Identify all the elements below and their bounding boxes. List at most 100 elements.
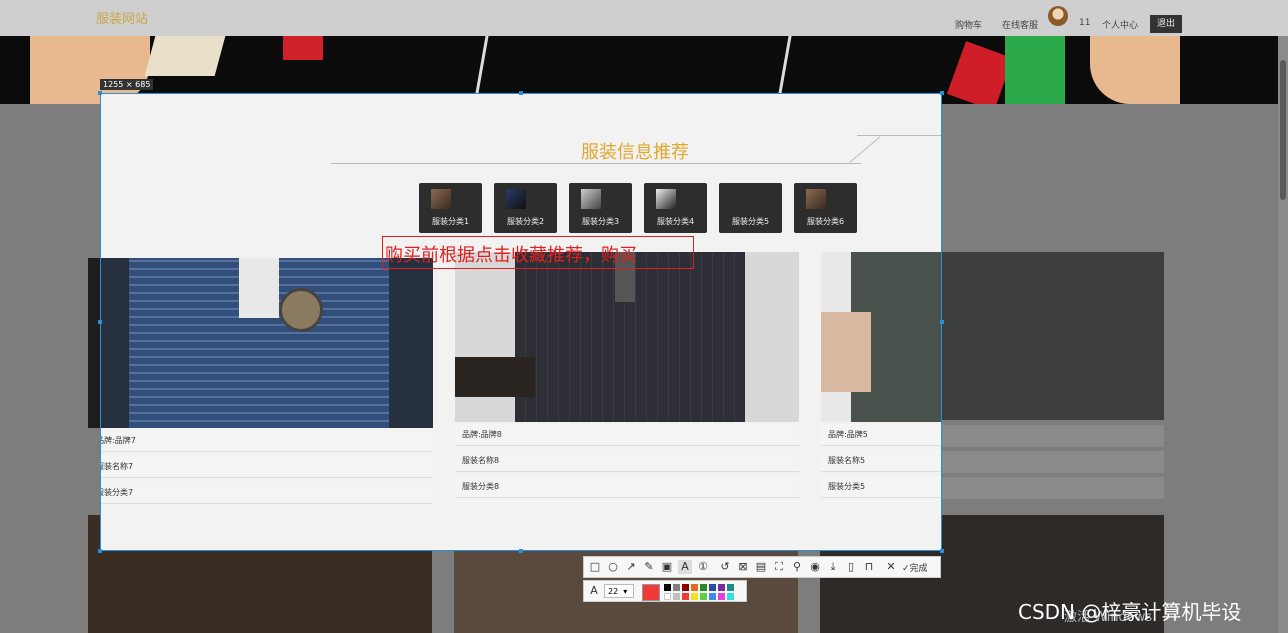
category-label: 服装分类2 <box>506 217 545 226</box>
text-tool-icon[interactable]: A <box>678 560 692 574</box>
resize-handle[interactable] <box>519 91 523 95</box>
cart-link[interactable]: 购物车 <box>955 18 982 31</box>
scrollbar-thumb[interactable] <box>1280 60 1286 200</box>
current-color-swatch[interactable] <box>642 584 660 601</box>
category-label: 服装分类5 <box>731 217 770 226</box>
product-image[interactable] <box>821 252 941 422</box>
font-size-value: 22 <box>608 587 619 596</box>
product-category: 服装分类7 <box>101 482 433 504</box>
product-name: 服装名称7 <box>101 456 433 478</box>
site-logo[interactable]: 服装网站 <box>96 8 148 27</box>
color-swatch[interactable] <box>718 593 725 600</box>
color-swatch[interactable] <box>709 593 716 600</box>
text-style-toolbar: A 22 ▾ <box>583 580 747 602</box>
watermark: CSDN @梓豪计算机毕设 <box>1018 600 1242 624</box>
product-image-edge <box>942 252 1164 420</box>
product-category: 服装分类5 <box>821 476 941 498</box>
done-button[interactable]: ✓完成 <box>902 561 928 574</box>
category-label: 服装分类4 <box>656 217 695 226</box>
annotation-text[interactable]: 购买前根据点击收藏推荐，购买 <box>385 241 637 267</box>
ocr-icon[interactable]: ▤ <box>754 560 768 574</box>
font-icon: A <box>590 584 598 597</box>
avatar[interactable] <box>1048 6 1068 26</box>
logout-button[interactable]: 退出 <box>1150 15 1182 33</box>
product-image[interactable] <box>455 252 799 422</box>
color-swatch[interactable] <box>673 593 680 600</box>
category-button-1[interactable]: 服装分类1 <box>419 183 482 233</box>
product-name: 服装名称5 <box>821 450 941 472</box>
product-name: 服装名称8 <box>455 450 799 472</box>
color-swatch[interactable] <box>664 584 671 591</box>
category-thumbnail <box>506 189 526 209</box>
record-icon[interactable]: ◉ <box>808 560 822 574</box>
title-decoration <box>857 135 941 136</box>
category-thumbnail <box>581 189 601 209</box>
product-brand: 品牌:品牌7 <box>101 430 433 452</box>
category-button-6[interactable]: 服装分类6 <box>794 183 857 233</box>
color-swatch[interactable] <box>727 584 734 591</box>
category-button-2[interactable]: 服装分类2 <box>494 183 557 233</box>
category-button-5[interactable]: 服装分类5 <box>719 183 782 233</box>
color-swatch[interactable] <box>673 584 680 591</box>
product-field-dimmed <box>942 425 1164 447</box>
pen-tool-icon[interactable]: ✎ <box>642 560 656 574</box>
pin-region-icon[interactable]: ⊠ <box>736 560 750 574</box>
category-button-3[interactable]: 服装分类3 <box>569 183 632 233</box>
number-tool-icon[interactable]: ① <box>696 560 710 574</box>
download-icon[interactable]: ⤓ <box>826 560 840 574</box>
product-brand: 品牌:品牌5 <box>821 424 941 446</box>
category-thumbnail <box>806 189 826 209</box>
long-screenshot-icon[interactable]: ⛶ <box>772 560 786 574</box>
product-image-edge <box>88 258 100 428</box>
color-swatch[interactable] <box>682 593 689 600</box>
color-swatch[interactable] <box>682 584 689 591</box>
product-field-dimmed <box>942 477 1164 499</box>
undo-icon[interactable]: ↺ <box>718 560 732 574</box>
section-title: 服装信息推荐 <box>581 142 689 163</box>
mosaic-tool-icon[interactable]: ▣ <box>660 560 674 574</box>
resize-handle[interactable] <box>940 549 944 553</box>
color-swatch[interactable] <box>718 584 725 591</box>
arrow-tool-icon[interactable]: ↗ <box>624 560 638 574</box>
category-button-4[interactable]: 服装分类4 <box>644 183 707 233</box>
bookmark-icon[interactable]: ⊓ <box>862 560 876 574</box>
resize-handle[interactable] <box>940 91 944 95</box>
resize-handle[interactable] <box>98 320 102 324</box>
resize-handle[interactable] <box>98 91 102 95</box>
category-thumbnail <box>431 189 451 209</box>
category-label: 服装分类3 <box>581 217 620 226</box>
title-decoration <box>849 136 881 163</box>
screenshot-selection[interactable]: 服装信息推荐 服装分类1 服装分类2 服装分类3 服装分类4 服装分类5 服装分… <box>100 93 942 551</box>
screenshot-toolbar: □ ○ ↗ ✎ ▣ A ① ↺ ⊠ ▤ ⛶ ⚲ ◉ ⤓ ▯ ⊓ ✕ ✓完成 <box>583 556 941 578</box>
color-swatch[interactable] <box>691 593 698 600</box>
customer-service-link[interactable]: 在线客服 <box>1002 18 1038 31</box>
category-label: 服装分类1 <box>431 217 470 226</box>
category-label: 服装分类6 <box>806 217 845 226</box>
product-brand: 品牌:品牌8 <box>455 424 799 446</box>
product-image[interactable] <box>101 258 433 428</box>
close-icon[interactable]: ✕ <box>884 560 898 574</box>
resize-handle[interactable] <box>98 549 102 553</box>
color-swatch[interactable] <box>700 593 707 600</box>
category-thumbnail <box>656 189 676 209</box>
chevron-down-icon: ▾ <box>623 587 628 596</box>
resize-handle[interactable] <box>940 320 944 324</box>
product-field-dimmed <box>942 451 1164 473</box>
color-swatch[interactable] <box>664 593 671 600</box>
ellipse-tool-icon[interactable]: ○ <box>606 560 620 574</box>
selection-size-label: 1255 × 685 <box>100 79 154 90</box>
phone-icon[interactable]: ▯ <box>844 560 858 574</box>
color-swatch[interactable] <box>709 584 716 591</box>
pin-icon[interactable]: ⚲ <box>790 560 804 574</box>
user-center-link[interactable]: 个人中心 <box>1102 18 1138 31</box>
product-category: 服装分类8 <box>455 476 799 498</box>
resize-handle[interactable] <box>519 549 523 553</box>
color-swatch[interactable] <box>700 584 707 591</box>
top-navbar <box>0 0 1288 36</box>
done-label: 完成 <box>909 564 928 574</box>
font-size-select[interactable]: 22 ▾ <box>604 584 634 598</box>
color-swatch[interactable] <box>691 584 698 591</box>
color-swatch[interactable] <box>727 593 734 600</box>
cart-count: 11 <box>1079 18 1091 28</box>
rectangle-tool-icon[interactable]: □ <box>588 560 602 574</box>
